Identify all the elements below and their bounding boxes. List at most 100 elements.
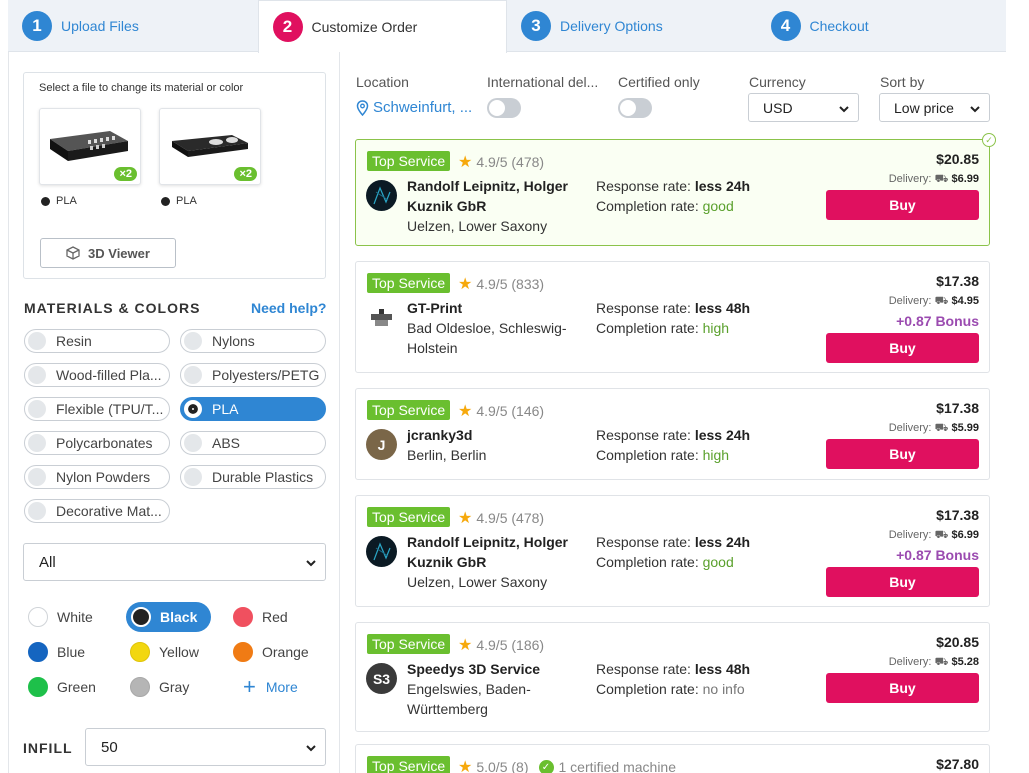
truck-icon: ⛟	[934, 173, 949, 185]
delivery-price: Delivery: ⛟ $5.99	[889, 422, 979, 436]
color-option-yellow[interactable]: Yellow	[130, 637, 199, 667]
material-option[interactable]: Durable Plastics	[180, 465, 326, 489]
infill-select-value: 50	[101, 738, 118, 756]
color-option-red[interactable]: Red	[233, 602, 288, 632]
step-checkout[interactable]: 4 Checkout	[757, 0, 1007, 52]
color-option-gray[interactable]: Gray	[130, 672, 189, 702]
step-label: Checkout	[809, 18, 869, 34]
top-service-badge: Top Service	[367, 273, 451, 293]
provider-name[interactable]: Randolf Leipnitz, Holger Kuznik GbR	[407, 176, 582, 216]
response-rate: Response rate: less 48h	[596, 659, 750, 679]
color-option-orange[interactable]: Orange	[233, 637, 309, 667]
file-thumbnail[interactable]: ×2	[39, 108, 141, 185]
radio-icon	[184, 468, 202, 486]
color-swatch	[28, 607, 48, 627]
provider-location: Engelswies, Baden-Württemberg	[407, 681, 531, 717]
files-box: Select a file to change its material or …	[23, 72, 326, 279]
offer-card[interactable]: Top Service ★ 4.9/5 (478) Randolf Leipnit…	[355, 495, 990, 607]
color-option-black[interactable]: Black	[126, 602, 212, 632]
buy-button[interactable]: Buy	[826, 439, 979, 469]
radio-icon	[28, 332, 46, 350]
files-hint: Select a file to change its material or …	[39, 82, 244, 94]
avatar	[366, 302, 397, 333]
buy-button[interactable]: Buy	[826, 567, 979, 597]
more-colors-link[interactable]: + More	[243, 672, 298, 702]
completion-rate: Completion rate: high	[596, 445, 729, 465]
material-option[interactable]: Wood-filled Pla...	[24, 363, 170, 387]
step-number: 4	[770, 11, 801, 41]
material-option[interactable]: Flexible (TPU/T...	[24, 397, 170, 421]
color-swatch	[233, 607, 253, 627]
step-delivery-options[interactable]: 3 Delivery Options	[507, 0, 757, 52]
location-picker[interactable]: Schweinfurt, ...	[356, 99, 472, 116]
offer-card[interactable]: Top Service ★ 4.9/5 (186) S3 Speedys 3D S…	[355, 622, 990, 732]
infill-label: INFILL	[23, 740, 73, 756]
infill-select[interactable]: 50	[85, 728, 326, 766]
file-thumbnail[interactable]: ×2	[159, 108, 261, 185]
provider-logo-icon	[373, 542, 391, 561]
currency-select[interactable]: USD	[748, 93, 859, 122]
completion-rate-label: Completion rate:	[596, 198, 699, 214]
offer-card[interactable]: Top Service ★ 4.9/5 (833) GT-Print Bad Ol…	[355, 261, 990, 373]
material-option[interactable]: Polyesters/PETG	[180, 363, 326, 387]
check-icon: ✓	[982, 133, 996, 147]
rating-value: 4.9/5	[476, 637, 508, 653]
step-customize-order[interactable]: 2 Customize Order	[257, 0, 507, 53]
material-option[interactable]: ABS	[180, 431, 326, 455]
buy-button[interactable]: Buy	[826, 190, 979, 220]
chevron-down-icon	[970, 106, 980, 113]
delivery-label: Delivery:	[888, 295, 932, 307]
color-dot-icon	[161, 196, 170, 206]
color-label: Blue	[57, 644, 86, 660]
provider-name[interactable]: GT-Print	[407, 298, 582, 318]
material-option[interactable]: Nylon Powders	[24, 465, 170, 489]
map-pin-icon	[356, 99, 369, 116]
material-option[interactable]: Polycarbonates	[24, 431, 170, 455]
color-option-green[interactable]: Green	[28, 672, 96, 702]
material-option-label: Nylon Powders	[56, 469, 151, 485]
3d-viewer-label: 3D Viewer	[88, 245, 150, 261]
location-label: Location	[356, 74, 409, 90]
offer-card[interactable]: ✓ Top Service ★ 4.9/5 (478) Randolf Leipn…	[355, 133, 996, 246]
response-rate-value: less 48h	[694, 300, 751, 316]
offer-card[interactable]: Top Service ★ 4.9/5 (146) J jcranky3d Ber…	[355, 388, 990, 480]
international-delivery-toggle[interactable]	[487, 98, 521, 118]
rating-value: 4.9/5	[476, 510, 508, 526]
color-dot-icon	[41, 196, 50, 206]
certified-machine: ✓ 1 certified machine	[538, 759, 676, 773]
completion-rate-value: good	[702, 554, 734, 570]
response-rate-value: less 24h	[694, 534, 751, 550]
provider-name[interactable]: jcranky3d	[407, 425, 582, 445]
finish-select-value: All	[39, 553, 56, 571]
provider-name[interactable]: Speedys 3D Service	[407, 659, 582, 679]
offer-card[interactable]: Top Service ★ 5.0/5 (8) ✓ 1 certified mach…	[355, 744, 990, 773]
step-upload-files[interactable]: 1 Upload Files	[8, 0, 258, 52]
radio-icon	[28, 502, 46, 520]
completion-rate: Completion rate: no info	[596, 679, 745, 699]
need-help-link[interactable]: Need help?	[251, 300, 326, 316]
radio-icon	[28, 434, 46, 452]
finish-select[interactable]: All	[23, 543, 326, 581]
sort-select[interactable]: Low price	[879, 93, 990, 122]
radio-icon	[28, 366, 46, 384]
radio-icon	[28, 400, 46, 418]
response-rate: Response rate: less 24h	[596, 176, 750, 196]
certified-only-label: Certified only	[618, 74, 700, 90]
offer-price: $17.38	[936, 400, 979, 416]
material-option-selected[interactable]: PLA	[180, 397, 326, 421]
buy-button[interactable]: Buy	[826, 333, 979, 363]
review-count: (478)	[511, 154, 545, 170]
file-quantity: ×2	[114, 167, 137, 181]
color-option-white[interactable]: White	[28, 602, 93, 632]
material-option[interactable]: Decorative Mat...	[24, 499, 170, 523]
material-option[interactable]: Resin	[24, 329, 170, 353]
buy-button[interactable]: Buy	[826, 673, 979, 703]
certified-only-toggle[interactable]	[618, 98, 652, 118]
material-option[interactable]: Nylons	[180, 329, 326, 353]
top-service-badge: Top Service	[367, 507, 451, 527]
3d-viewer-button[interactable]: 3D Viewer	[40, 238, 176, 268]
completion-rate-value: no info	[702, 681, 745, 697]
color-option-blue[interactable]: Blue	[28, 637, 85, 667]
provider-name[interactable]: Randolf Leipnitz, Holger Kuznik GbR	[407, 532, 582, 572]
offer-price: $17.38	[936, 273, 979, 289]
